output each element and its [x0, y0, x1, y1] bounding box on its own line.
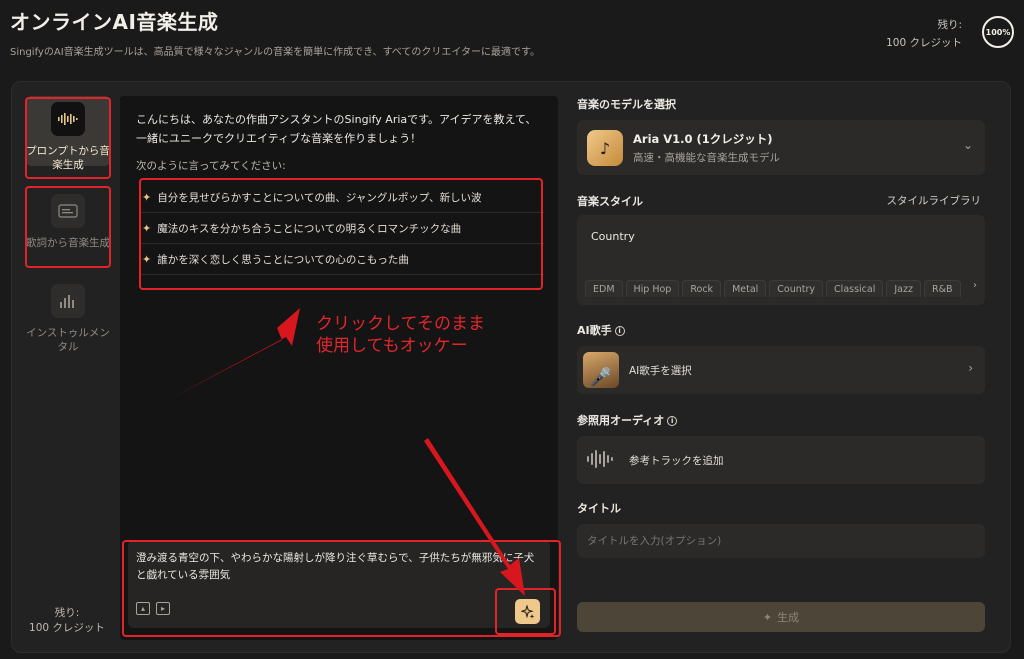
singer-avatar: 🎤 — [583, 352, 619, 388]
reference-track-label: 参考トラックを追加 — [629, 455, 724, 467]
credits-ring[interactable]: 100% — [982, 16, 1014, 48]
style-chip[interactable]: Country — [769, 280, 824, 297]
nav-item-prompt[interactable]: プロンプトから音楽生成 — [26, 96, 110, 171]
sparkle-icon: ✦ — [142, 252, 152, 266]
suggestion-text: 誰かを深く恋しく思うことについての心のこもった曲 — [157, 253, 409, 266]
suggestion-text: 自分を見せびらかすことについての曲、ジャングルポップ、新しい波 — [157, 191, 482, 204]
nav-item-instrumental[interactable]: インストゥルメンタル — [26, 284, 110, 354]
title-section-label: タイトル — [577, 502, 621, 515]
reference-track-button[interactable]: 参考トラックを追加 — [577, 436, 985, 484]
generate-button[interactable]: ✦ 生成 — [577, 602, 985, 632]
suggestion-list: ✦ 自分を見せびらかすことについての曲、ジャングルポップ、新しい波 ✦ 魔法のキスを… — [140, 182, 544, 275]
credits-summary: 残り: 100 クレジット — [886, 16, 962, 52]
info-icon[interactable]: i — [614, 326, 625, 336]
style-chip[interactable]: Metal — [724, 280, 767, 297]
generator-panel: プロンプトから音楽生成 歌詞から音楽生成 インストゥルメンタル 残り: 100 … — [11, 81, 1011, 653]
title-input[interactable] — [577, 524, 985, 558]
style-chip[interactable]: Classical — [826, 280, 884, 297]
mode-nav: プロンプトから音楽生成 歌詞から音楽生成 インストゥルメンタル 残り: 100 … — [12, 82, 122, 652]
assistant-greeting: こんにちは、あなたの作曲アシスタントのSingify Ariaです。アイデアを教… — [136, 113, 537, 145]
chat-area: こんにちは、あなたの作曲アシスタントのSingify Ariaです。アイデアを教… — [120, 96, 558, 640]
credits-label: 残り: — [937, 19, 962, 31]
annotation-line: クリックしてそのまま — [316, 314, 485, 334]
style-chip[interactable]: Rock — [682, 280, 722, 297]
suggestion-item[interactable]: ✦ 誰かを深く恋しく思うことについての心のこもった曲 — [140, 244, 544, 275]
suggestion-text: 魔法のキスを分かち合うことについての明るくロマンチックな曲 — [157, 222, 462, 235]
model-description: 高速・高機能な音楽生成モデル — [633, 152, 780, 164]
model-name: Aria V1.0 (1クレジット) — [633, 132, 773, 146]
nav-item-lyrics[interactable]: 歌詞から音楽生成 — [26, 192, 110, 266]
annotation-line: 使用してもオッケー — [316, 336, 468, 356]
nav-item-label: 歌詞から音楽生成 — [26, 237, 110, 249]
style-chip[interactable]: EDM — [585, 280, 623, 297]
chevron-right-icon: › — [968, 361, 973, 375]
style-chips: EDM Hip Hop Rock Metal Country Classical Jazz R… — [585, 277, 983, 297]
chevron-down-icon: ⌄ — [962, 138, 973, 152]
audio-wave-icon — [587, 448, 615, 470]
model-selector[interactable]: ♪ Aria V1.0 (1クレジット) 高速・高機能な音楽生成モデル ⌄ — [577, 120, 985, 175]
singer-section-label: AI歌手 i — [577, 322, 625, 338]
prompt-input-text[interactable]: 澄み渡る青空の下、やわらかな陽射しが降り注ぐ草むらで、子供たちが無邪気に子犬と戯… — [136, 550, 538, 584]
waveform-icon — [51, 102, 85, 136]
suggestion-item[interactable]: ✦ 魔法のキスを分かち合うことについての明るくロマンチックな曲 — [140, 213, 544, 244]
info-icon[interactable]: i — [667, 416, 678, 426]
image-upload-icon[interactable]: ▴ — [136, 602, 150, 615]
sparkle-icon: ✦ — [142, 221, 152, 235]
nav-item-label: インストゥルメンタル — [26, 327, 110, 353]
reference-section-label: 参照用オーディオ i — [577, 412, 678, 428]
nav-credits-value: 100 クレジット — [29, 622, 105, 634]
sparkle-icon: ✦ — [142, 190, 152, 204]
nav-item-label: プロンプトから音楽生成 — [26, 145, 110, 171]
page-subtitle: SingifyのAI音楽生成ツールは、高品質で様々なジャンルの音楽を簡単に作成で… — [10, 47, 540, 58]
video-upload-icon[interactable]: ▸ — [156, 602, 170, 615]
style-value[interactable]: Country — [591, 230, 635, 243]
lyrics-icon — [51, 194, 85, 228]
page-title: オンラインAI音楽生成 — [10, 10, 219, 34]
model-section-label: 音楽のモデルを選択 — [577, 98, 676, 111]
equalizer-icon — [51, 284, 85, 318]
style-chip[interactable]: Hip Hop — [625, 280, 680, 297]
suggestion-item[interactable]: ✦ 自分を見せびらかすことについての曲、ジャングルポップ、新しい波 — [140, 182, 544, 213]
singer-select-label: AI歌手を選択 — [629, 365, 692, 377]
singer-selector[interactable]: 🎤 AI歌手を選択 › — [577, 346, 985, 394]
style-chip[interactable]: Jazz — [886, 280, 921, 297]
style-section-label: 音楽スタイル — [577, 195, 643, 208]
reference-section-text: 参照用オーディオ — [577, 414, 665, 427]
settings-panel: 音楽のモデルを選択 ♪ Aria V1.0 (1クレジット) 高速・高機能な音楽… — [577, 82, 987, 652]
annotation-text: クリックしてそのまま 使用してもオッケー — [316, 313, 485, 357]
page-header: オンラインAI音楽生成 SingifyのAI音楽生成ツールは、高品質で様々なジャ… — [10, 6, 1014, 66]
chevron-right-icon[interactable]: › — [973, 280, 977, 291]
style-library-link[interactable]: スタイルライブラリ — [887, 193, 982, 208]
try-saying-label: 次のように言ってみてください: — [136, 160, 286, 172]
nav-credits: 残り: 100 クレジット — [12, 606, 122, 636]
music-note-icon: ♪ — [587, 130, 623, 166]
prompt-input[interactable]: 澄み渡る青空の下、やわらかな陽射しが降り注ぐ草むらで、子供たちが無邪気に子犬と戯… — [128, 540, 550, 628]
singer-section-text: AI歌手 — [577, 324, 612, 337]
style-chip[interactable]: R&B — [923, 280, 961, 297]
sparkle-icon: ✦ — [762, 610, 773, 624]
credits-value: 100 クレジット — [886, 37, 962, 49]
nav-credits-label: 残り: — [54, 607, 80, 619]
sparkle-icon — [520, 604, 534, 619]
generate-label: 生成 — [777, 611, 800, 624]
enhance-prompt-button[interactable] — [515, 599, 540, 624]
